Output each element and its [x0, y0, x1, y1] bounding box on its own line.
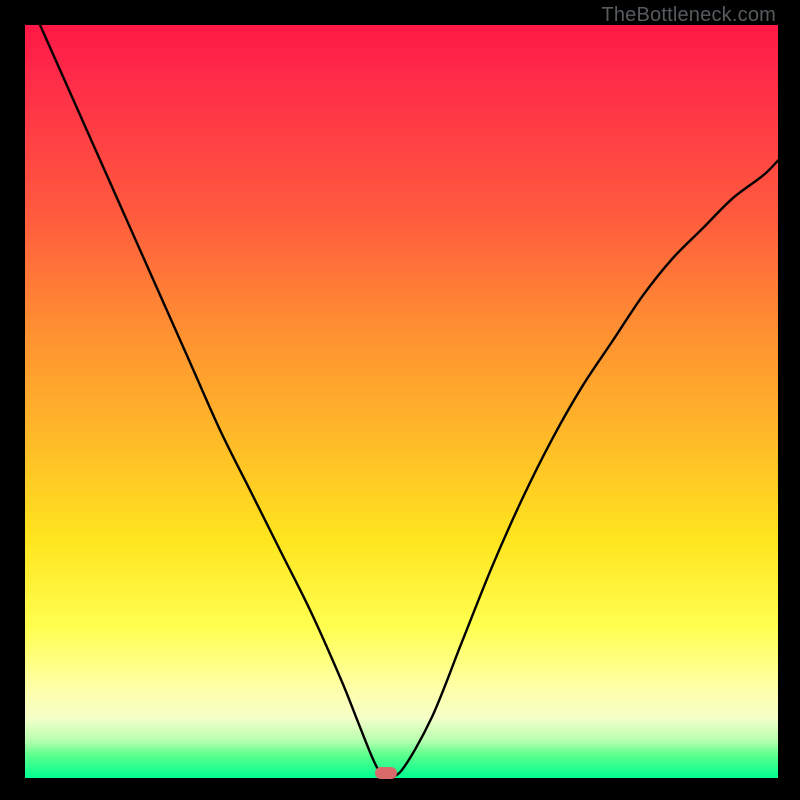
watermark-text: TheBottleneck.com [601, 4, 776, 27]
plot-area [25, 25, 778, 778]
bottleneck-curve [25, 25, 778, 778]
chart-frame: TheBottleneck.com [0, 0, 800, 800]
minimum-marker [375, 767, 397, 779]
